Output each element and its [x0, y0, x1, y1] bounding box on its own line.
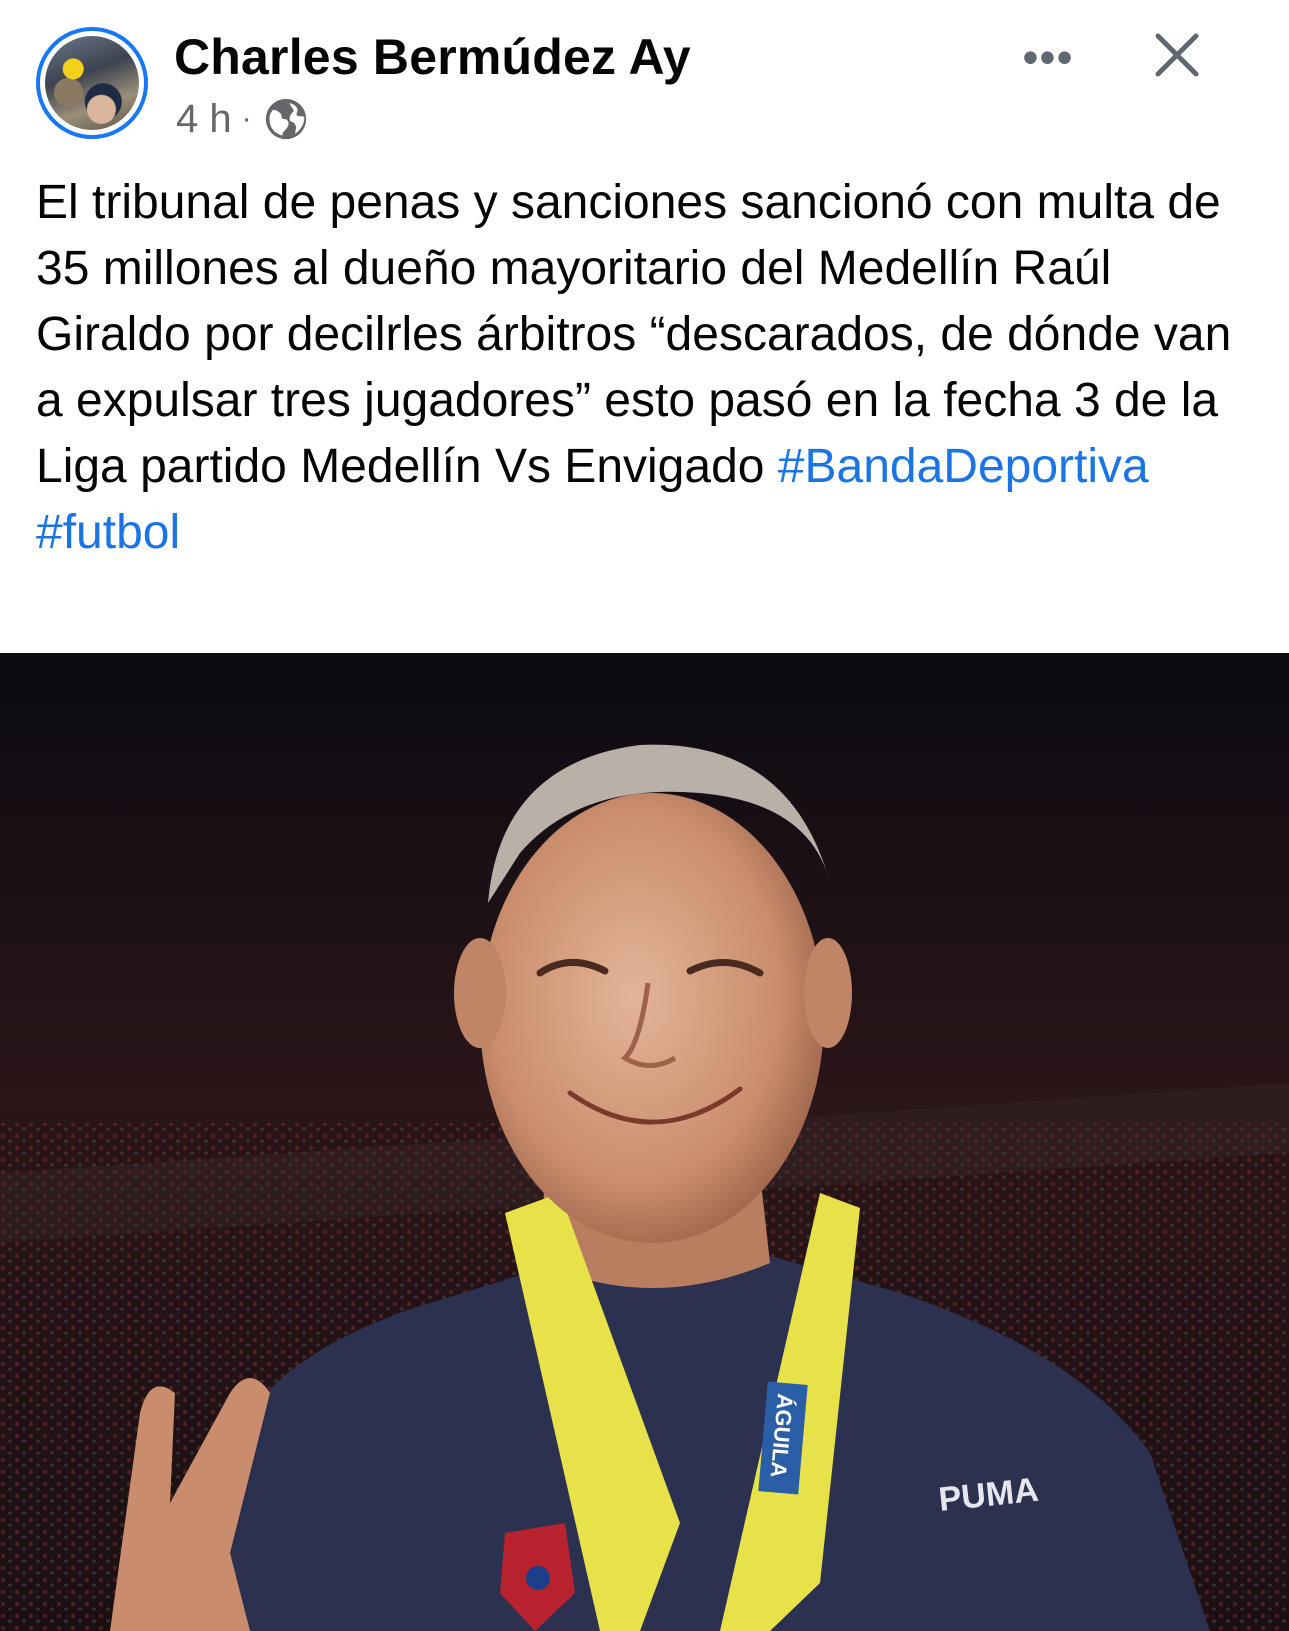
hashtag-link[interactable]: #futbol: [36, 506, 180, 559]
close-icon[interactable]: [1148, 26, 1206, 84]
hashtag-link[interactable]: #BandaDeportiva: [778, 440, 1149, 493]
post-photo[interactable]: ÁGUILA PUMA: [0, 653, 1289, 1631]
avatar-image: [45, 36, 139, 130]
post-meta: 4 h ·: [176, 94, 308, 144]
more-options-button[interactable]: •••: [1018, 31, 1078, 83]
meta-separator: ·: [241, 102, 252, 135]
post-header: Charles Bermúdez Ay 4 h · •••: [0, 0, 1289, 160]
post-body: El tribunal de penas y sanciones sancion…: [36, 170, 1256, 566]
globe-icon[interactable]: [264, 97, 308, 141]
author-avatar[interactable]: [36, 27, 148, 139]
author-name[interactable]: Charles Bermúdez Ay: [174, 28, 691, 86]
photo-illustration: ÁGUILA PUMA: [0, 653, 1289, 1631]
post-timestamp[interactable]: 4 h: [176, 97, 232, 142]
